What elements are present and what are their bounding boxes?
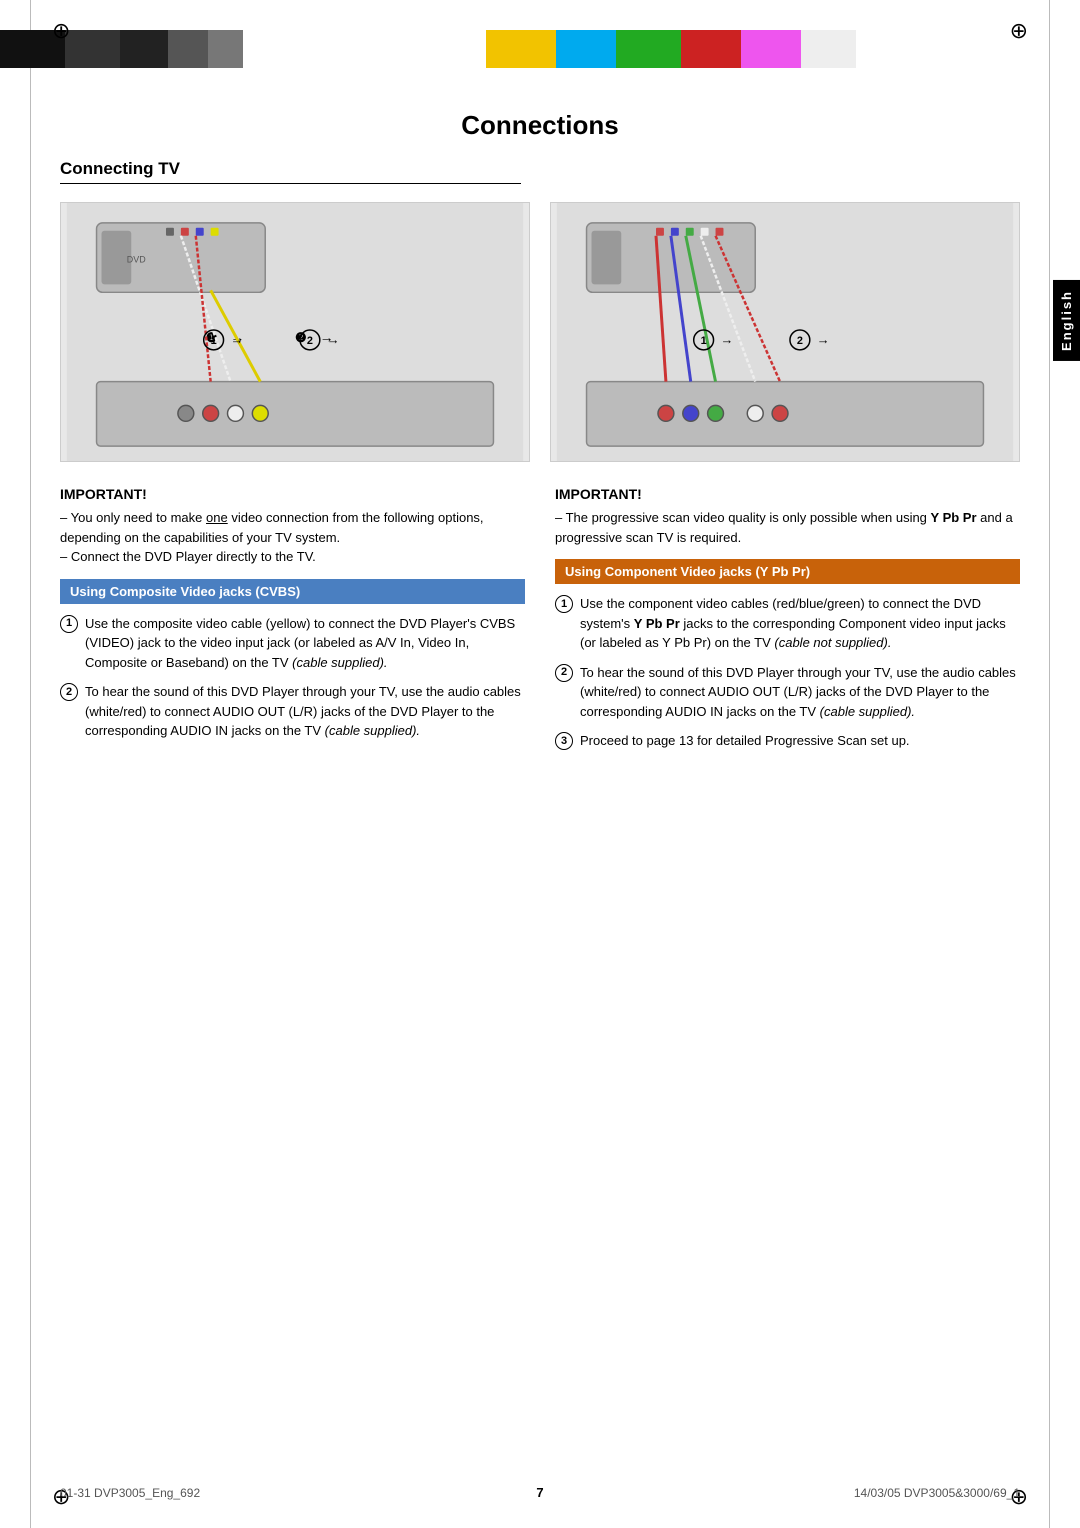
top-bar-right [486,30,1080,68]
section-title: Connecting TV [60,159,521,184]
step-num-right-1: 1 [555,595,573,613]
reg-mark-top-right: ⊕ [1010,18,1028,44]
important-label-right: IMPORTANT! [555,486,1020,502]
important-text-right-line1: – The progressive scan video quality is … [555,510,1013,545]
svg-text:2: 2 [797,335,803,347]
diagram-component: 1 2 → → [550,202,1020,462]
color-block-yellow [486,30,556,68]
step-right-2: 2 To hear the sound of this DVD Player t… [555,663,1020,722]
important-text-left: – You only need to make one video connec… [60,508,525,567]
color-block-2 [65,30,120,68]
diagram-composite: DVD ❶ → ❷ → [60,202,530,462]
instructions-col-right: IMPORTANT! – The progressive scan video … [555,486,1020,761]
color-block-red [681,30,741,68]
step-text-left-2: To hear the sound of this DVD Player thr… [85,682,525,741]
instructions-col-left: IMPORTANT! – You only need to make one v… [60,486,525,761]
important-text-line2: – Connect the DVD Player directly to the… [60,549,316,564]
step-right-3: 3 Proceed to page 13 for detailed Progre… [555,731,1020,751]
reg-mark-top-left: ⊕ [52,18,70,44]
important-text-right: – The progressive scan video quality is … [555,508,1020,547]
color-block-cyan [556,30,616,68]
color-block-5 [208,30,243,68]
color-block-4 [168,30,208,68]
right-border-line [1049,0,1050,1528]
top-bar-left [0,30,486,68]
svg-text:1: 1 [701,335,707,347]
diagram-component-svg: 1 2 → → [551,203,1019,461]
page-title: Connections [60,110,1020,141]
section-cvbs-header: Using Composite Video jacks (CVBS) [60,579,525,604]
english-tab: English [1053,280,1080,361]
important-label-left: IMPORTANT! [60,486,525,502]
main-content: Connections Connecting TV DVD ❶ [60,100,1020,761]
step-text-right-1: Use the component video cables (red/blue… [580,594,1020,653]
instructions-row: IMPORTANT! – You only need to make one v… [60,486,1020,761]
diagrams-row: DVD ❶ → ❷ → [60,202,1020,462]
step-num-left-1: 1 [60,615,78,633]
footer: 01-31 DVP3005_Eng_692 14/03/05 DVP3005&3… [60,1486,1020,1500]
step-num-right-3: 3 [555,732,573,750]
color-block-green [616,30,681,68]
footer-right: 14/03/05 DVP3005&3000/69_1 [854,1486,1020,1500]
diagram-composite-svg: DVD ❶ → ❷ → [61,203,529,461]
svg-text:→: → [230,332,243,347]
step-left-2: 2 To hear the sound of this DVD Player t… [60,682,525,741]
color-block-3 [120,30,168,68]
section-component-header: Using Component Video jacks (Y Pb Pr) [555,559,1020,584]
color-block-white [801,30,856,68]
step-text-right-3: Proceed to page 13 for detailed Progress… [580,731,1020,751]
svg-text:1: 1 [211,335,217,347]
svg-text:→: → [721,332,734,347]
step-text-right-2: To hear the sound of this DVD Player thr… [580,663,1020,722]
step-text-left-1: Use the composite video cable (yellow) t… [85,614,525,673]
left-border-line [30,0,31,1528]
important-text-line1: – You only need to make one video connec… [60,510,484,545]
color-block-magenta [741,30,801,68]
footer-left: 01-31 DVP3005_Eng_692 [60,1486,200,1500]
step-right-1: 1 Use the component video cables (red/bl… [555,594,1020,653]
svg-text:DVD: DVD [127,255,146,265]
step-num-left-2: 2 [60,683,78,701]
step-num-right-2: 2 [555,664,573,682]
step-left-1: 1 Use the composite video cable (yellow)… [60,614,525,673]
svg-text:2: 2 [307,335,313,347]
svg-text:→: → [817,332,830,347]
svg-text:→: → [327,332,340,347]
top-color-bar [0,30,1080,68]
